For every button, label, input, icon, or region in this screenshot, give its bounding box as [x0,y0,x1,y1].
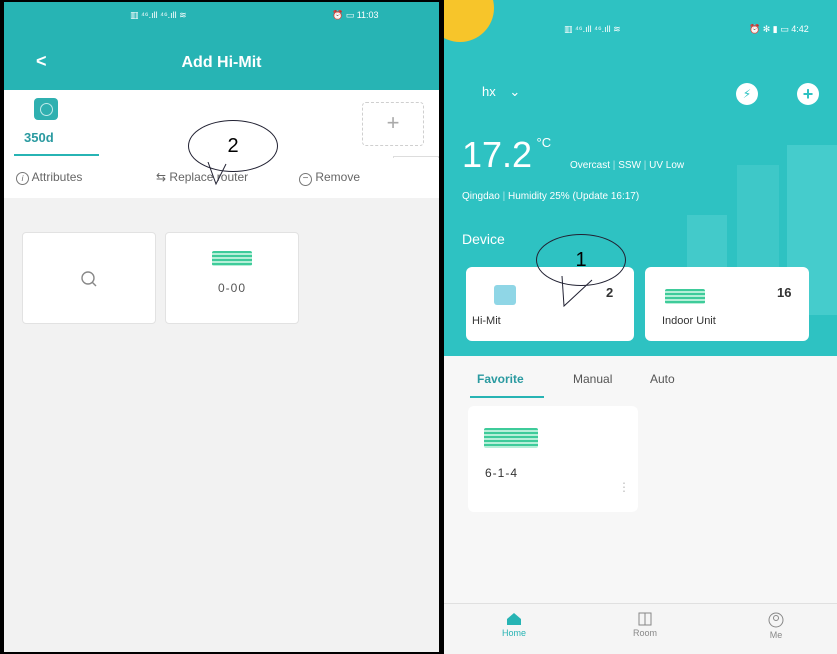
humidity: Humidity 25% [507,191,570,202]
nav-room-label: Room [632,628,657,638]
swap-icon: ⇆ [156,170,167,184]
device-count: 16 [777,285,792,300]
gateway-icon [494,285,516,305]
add-icon[interactable]: + [797,83,819,105]
city: Qingdao [462,191,500,202]
status-bar-left: ▥ ⁴⁶.ıll ⁴⁶.ıll ≋ [130,10,187,20]
sun-icon [444,0,494,42]
weather-conditions: Overcast | SSW | UV Low [570,160,685,171]
home-icon [507,613,521,625]
bottom-navigation: Home Room Me [444,603,837,654]
condition: Overcast [570,160,611,171]
more-menu-icon[interactable]: ⋮ [618,480,630,494]
weather-details: Qingdao | Humidity 25% (Update 16:17) [462,191,640,202]
user-icon [768,612,784,628]
indoor-unit-icon [212,251,252,266]
home-header: ▥ ⁴⁶.ıll ⁴⁶.ıll ≋ ⏰ ✻ ▮ ▭ 4:42 hx ⌄ ⚡ + … [444,0,837,356]
status-bar-left: ▥ ⁴⁶.ıll ⁴⁶.ıll ≋ [564,24,621,34]
attributes-label: Attributes [31,170,83,184]
tab-favorite[interactable]: Favorite [477,372,524,386]
callout-tail [207,162,227,186]
nav-home[interactable]: Home [494,612,534,638]
info-icon: i [16,172,29,185]
page-title: Add Hi-Mit [181,54,262,71]
indoor-unit-icon [484,428,538,448]
bell-icon[interactable]: ⚡ [736,83,758,105]
home-name: hx [482,84,496,99]
home-selector[interactable]: hx ⌄ [482,84,520,100]
nav-me-label: Me [769,630,783,640]
right-phone-screen: ▥ ⁴⁶.ıll ⁴⁶.ıll ≋ ⏰ ✻ ▮ ▭ 4:42 hx ⌄ ⚡ + … [444,0,837,654]
nav-home-label: Home [501,628,526,638]
tab-underline [14,154,99,156]
device-label: 0-00 [217,281,247,295]
device-card[interactable]: 0-00 [165,232,299,324]
weather-panel: 17.2 °C [462,134,551,176]
nav-me[interactable]: Me [756,612,796,640]
gateway-icon [34,98,58,120]
nav-room[interactable]: Room [625,612,665,638]
search-icon [81,271,97,287]
update-time: (Update 16:17) [572,191,640,202]
device-count: 2 [606,285,614,300]
device-name: Indoor Unit [662,315,716,327]
remove-button[interactable]: − Remove [299,170,360,186]
chevron-down-icon: ⌄ [509,84,521,99]
indoor-unit-icon [665,289,705,304]
wind: SSW [618,160,641,171]
status-bar-right: ⏰ ✻ ▮ ▭ 4:42 [749,24,809,34]
plus-icon: + [386,110,400,135]
tab-underline [470,396,544,398]
left-phone-screen: ▥ ⁴⁶.ıll ⁴⁶.ıll ≋ ⏰ ▭ 11:03 < Add Hi-Mit… [2,0,441,654]
favorite-device-card[interactable]: 6-1-4 ⋮ [468,406,638,512]
tab-auto[interactable]: Auto [650,372,675,386]
favorite-device-label: 6-1-4 [485,466,519,480]
status-bar-right: ⏰ ▭ 11:03 [332,10,379,20]
minus-circle-icon: − [299,173,312,186]
scene-area: Favorite Manual Auto 6-1-4 ⋮ [444,356,837,604]
callout-tail [561,276,593,308]
device-grid-area: 0-00 [4,198,439,652]
top-app-bar: ▥ ⁴⁶.ıll ⁴⁶.ıll ≋ ⏰ ▭ 11:03 < Add Hi-Mit [4,2,439,90]
device-section-title: Device [462,231,505,247]
search-device-card[interactable] [22,232,156,324]
attributes-button[interactable]: i Attributes [16,170,82,185]
device-card-indoor-unit[interactable]: 16 Indoor Unit [645,267,809,341]
add-gateway-button[interactable]: + [362,102,424,146]
tab-manual[interactable]: Manual [573,372,612,386]
remove-label: Remove [315,170,361,184]
temperature: 17.2 [462,134,533,175]
gateway-tab-label: 350d [24,130,54,145]
uv-index: UV Low [649,160,685,171]
device-name: Hi-Mit [472,315,501,327]
temperature-unit: °C [536,135,552,150]
room-icon [638,612,652,626]
